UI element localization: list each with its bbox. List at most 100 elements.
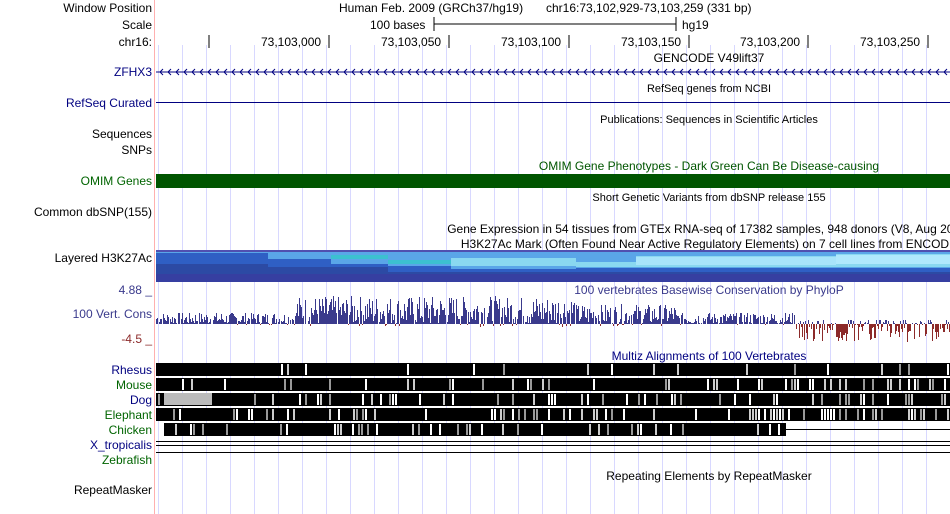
multiz-gap [299,394,301,405]
multiz-gap [356,409,358,420]
track-label-repeatmasker[interactable]: RepeatMasker [74,483,152,497]
multiz-gap [272,409,274,420]
phylop-bar-positive [308,321,309,324]
phylop-bar-positive [351,296,352,324]
phylop-bar-positive [543,319,544,324]
phylop-bar-positive [647,309,648,324]
phylop-bar-positive [172,317,173,324]
phylop-bar-negative [460,324,461,325]
phylop-bar-positive [629,316,630,324]
omim-phenotype-bar[interactable] [156,174,950,188]
multiz-gap [769,424,771,435]
phylop-bar-negative [849,324,850,327]
track-label-snps[interactable]: SNPs [121,143,152,157]
phylop-bar-positive [650,321,651,324]
multiz-gap [329,409,331,420]
species-label-x-tropicalis[interactable]: X_tropicalis [90,438,152,452]
phylop-bar-positive [686,320,687,324]
track-label-sequences[interactable]: Sequences [92,127,152,141]
phylop-bar-positive [421,316,422,324]
track-label-dbsnp[interactable]: Common dbSNP(155) [34,205,152,219]
species-label-elephant[interactable]: Elephant [105,408,152,422]
phylop-bar-positive [769,321,770,324]
phylop-plot[interactable] [156,290,950,346]
label-column-divider [154,0,155,514]
track-label-vert-cons[interactable]: 100 Vert. Cons [73,307,152,321]
phylop-bar-positive [808,320,809,324]
multiz-rows [156,363,950,453]
phylop-bar-positive [372,301,373,324]
phylop-bar-positive [865,322,866,324]
phylop-bar-positive [350,312,351,324]
phylop-bar-negative [940,324,941,329]
phylop-bar-positive [231,313,232,324]
multiz-gap [752,409,754,420]
multiz-gap [569,409,571,420]
phylop-bar-positive [252,319,253,324]
phylop-bar-positive [726,321,727,324]
multiz-gap [638,394,640,405]
phylop-bar-positive [492,321,493,324]
phylop-bar-positive [243,316,244,324]
multiz-gap [473,364,475,375]
ruler-tick-label: 73,103,000 [261,35,322,49]
phylop-bar-positive [328,311,329,324]
phylop-bar-negative [622,324,623,325]
multiz-gap [407,379,409,390]
zfhx3-gene-track[interactable] [156,66,950,78]
phylop-bar-positive [170,319,171,324]
phylop-bar-positive [598,315,599,324]
phylop-bar-positive [301,307,302,324]
multiz-gap [824,379,826,390]
ruler-tick-label: 73,103,100 [501,35,562,49]
phylop-bar-positive [672,314,673,324]
phylop-bar-negative [874,324,875,338]
species-label-zebrafish[interactable]: Zebrafish [102,453,152,467]
phylop-bar-positive [412,302,413,324]
multiz-alignment-plot[interactable] [156,362,950,462]
phylop-bar-negative [271,324,272,325]
phylop-bar-positive [366,319,367,324]
h3k27ac-plot[interactable] [156,250,950,282]
multiz-gap [380,394,382,405]
multiz-gap [872,379,874,390]
species-label-rhesus[interactable]: Rhesus [111,363,152,377]
phylop-bar-negative [310,324,311,326]
multiz-gap [611,409,613,420]
phylop-bar-negative [926,324,927,334]
species-label-dog[interactable]: Dog [130,393,152,407]
phylop-bar-negative [904,324,905,328]
phylop-bar-positive [653,319,654,324]
track-image-area[interactable]: Human Feb. 2009 (GRCh37/hg19) chr16:73,1… [156,0,950,514]
track-label-omim[interactable]: OMIM Genes [81,174,152,188]
phylop-bar-negative [816,324,817,329]
phylop-bar-positive [812,322,813,324]
track-label-refseq[interactable]: RefSeq Curated [66,96,152,110]
track-label-h3k27ac[interactable]: Layered H3K27Ac [55,251,152,265]
phylop-bar-positive [210,319,211,324]
phylop-bar-positive [447,322,448,324]
phylop-bar-positive [171,322,172,324]
multiz-gap [623,409,625,420]
multiz-gap [589,424,591,435]
multiz-gap [541,424,543,435]
phylop-bar-positive [387,304,388,324]
species-label-chicken[interactable]: Chicken [109,423,152,437]
phylop-bar-positive [817,321,818,324]
phylop-bar-positive [631,315,632,324]
species-label-mouse[interactable]: Mouse [116,378,152,392]
phylop-bar-positive [763,315,764,324]
phylop-bar-negative [820,324,821,328]
phylop-bar-positive [258,314,259,324]
multiz-gap [365,379,367,390]
multiz-gap [644,394,646,405]
phylop-bar-positive [358,317,359,324]
track-label-zfhx3[interactable]: ZFHX3 [114,65,152,79]
refseq-gene-line[interactable] [156,102,950,103]
phylop-bar-positive [745,322,746,324]
phylop-bar-positive [557,313,558,324]
phylop-bar-positive [546,312,547,324]
phylop-bar-positive [596,318,597,324]
phylop-bar-positive [602,312,603,324]
phylop-bars [156,296,950,342]
